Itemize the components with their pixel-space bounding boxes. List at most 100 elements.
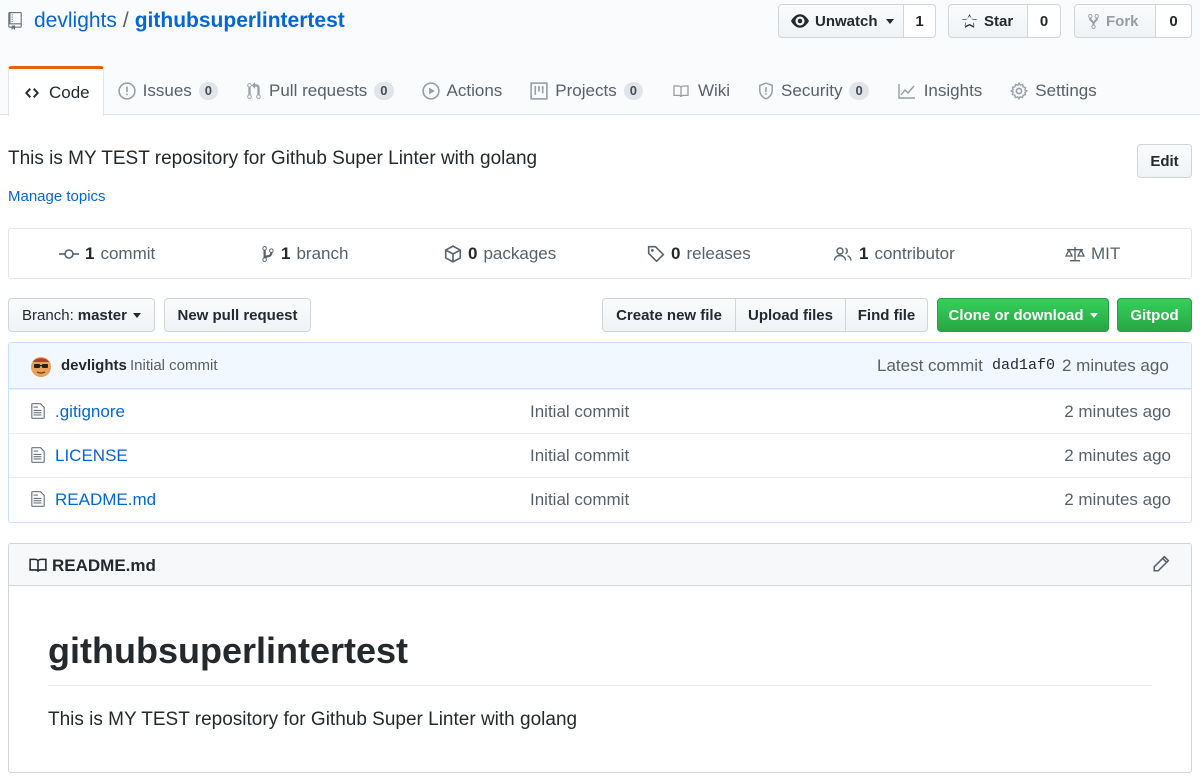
branch-select-button[interactable]: Branch: master bbox=[8, 298, 155, 332]
branch-icon bbox=[261, 245, 275, 263]
repo-description: This is MY TEST repository for Github Su… bbox=[8, 148, 538, 169]
tab-projects-label: Projects bbox=[555, 81, 617, 100]
latest-commit-prefix: Latest commit bbox=[877, 356, 983, 375]
commit-sha-link[interactable]: dad1af0 bbox=[992, 357, 1055, 374]
tab-wiki[interactable]: Wiki bbox=[657, 66, 744, 116]
gitpod-button[interactable]: Gitpod bbox=[1117, 298, 1192, 332]
play-icon bbox=[421, 82, 440, 100]
project-icon bbox=[530, 82, 548, 100]
unwatch-label: Unwatch bbox=[815, 12, 878, 30]
upload-files-button[interactable]: Upload files bbox=[735, 298, 846, 332]
commit-age: 2 minutes ago bbox=[1062, 356, 1169, 375]
summary-license[interactable]: MIT bbox=[1065, 229, 1120, 278]
repo-name-link[interactable]: githubsuperlintertest bbox=[135, 9, 345, 33]
table-row: LICENSE Initial commit 2 minutes ago bbox=[9, 433, 1191, 477]
book-icon bbox=[671, 83, 691, 99]
readme-body: This is MY TEST repository for Github Su… bbox=[48, 709, 578, 730]
table-row: .gitignore Initial commit 2 minutes ago bbox=[9, 389, 1191, 433]
file-icon bbox=[31, 446, 45, 464]
tab-insights-label: Insights bbox=[923, 81, 983, 100]
book-icon bbox=[27, 556, 49, 574]
summary-branches[interactable]: 1 branch bbox=[261, 229, 348, 278]
find-file-button[interactable]: Find file bbox=[845, 298, 928, 332]
star-label: Star bbox=[984, 12, 1014, 30]
star-count[interactable]: 0 bbox=[1028, 4, 1061, 38]
watch-group: Unwatch 1 bbox=[778, 4, 936, 38]
avatar[interactable] bbox=[29, 354, 53, 378]
packages-count: 0 bbox=[468, 243, 478, 263]
tab-issues-label: Issues bbox=[142, 81, 192, 100]
tab-settings[interactable]: Settings bbox=[996, 66, 1110, 116]
people-icon bbox=[833, 246, 853, 262]
watch-count[interactable]: 1 bbox=[904, 4, 936, 38]
graph-icon bbox=[897, 83, 917, 99]
eye-icon bbox=[791, 14, 809, 28]
summary-packages[interactable]: 0 packages bbox=[444, 229, 556, 278]
repo-icon bbox=[8, 12, 22, 30]
file-table: devlights Initial commit Latest commit d… bbox=[8, 342, 1192, 523]
commit-icon bbox=[59, 248, 79, 260]
fork-count[interactable]: 0 bbox=[1156, 4, 1192, 38]
file-name-link[interactable]: .gitignore bbox=[55, 402, 125, 422]
chevron-down-icon bbox=[132, 312, 141, 318]
file-icon bbox=[31, 402, 45, 420]
unwatch-button[interactable]: Unwatch bbox=[778, 4, 904, 38]
file-commit-message[interactable]: Initial commit bbox=[530, 490, 629, 510]
chevron-down-icon bbox=[885, 18, 894, 24]
repo-title: devlights / githubsuperlintertest bbox=[8, 8, 345, 34]
summary-releases[interactable]: 0 releases bbox=[647, 229, 751, 278]
summary-commits[interactable]: 1 commit bbox=[59, 229, 155, 278]
tab-pull-requests[interactable]: Pull requests 0 bbox=[232, 66, 408, 116]
clone-or-download-button[interactable]: Clone or download bbox=[937, 298, 1109, 332]
packages-label: packages bbox=[483, 243, 557, 263]
issues-count-badge: 0 bbox=[198, 82, 219, 100]
tab-wiki-label: Wiki bbox=[697, 81, 731, 100]
commit-author-link[interactable]: devlights bbox=[61, 357, 127, 374]
readme-panel: README.md githubsuperlintertest This is … bbox=[8, 543, 1192, 773]
star-button[interactable]: Star bbox=[948, 4, 1028, 38]
create-new-file-button[interactable]: Create new file bbox=[602, 298, 736, 332]
license-label: MIT bbox=[1091, 243, 1121, 263]
branches-label: branch bbox=[296, 243, 349, 263]
branch-name: master bbox=[77, 306, 127, 324]
tab-code[interactable]: Code bbox=[8, 66, 104, 116]
clone-label: Clone or download bbox=[948, 306, 1084, 324]
pencil-icon[interactable] bbox=[1152, 555, 1170, 573]
readme-filename: README.md bbox=[52, 556, 156, 575]
file-age: 2 minutes ago bbox=[1064, 446, 1171, 465]
tab-projects[interactable]: Projects 0 bbox=[516, 66, 657, 116]
tab-actions-label: Actions bbox=[446, 81, 503, 100]
law-icon bbox=[1065, 246, 1085, 262]
repo-nav-tabs: Code Issues 0 Pull requests 0 Actions Pr… bbox=[8, 66, 1111, 116]
issue-icon bbox=[117, 82, 136, 100]
file-commit-message[interactable]: Initial commit bbox=[530, 402, 629, 422]
file-name-link[interactable]: LICENSE bbox=[55, 446, 128, 466]
tab-insights[interactable]: Insights bbox=[883, 66, 997, 116]
repo-header: devlights / githubsuperlintertest Unwatc… bbox=[0, 0, 1200, 116]
tag-icon bbox=[647, 245, 665, 263]
tab-issues[interactable]: Issues 0 bbox=[104, 66, 232, 116]
fork-button[interactable]: Fork bbox=[1074, 4, 1156, 38]
readme-header: README.md bbox=[9, 544, 1191, 586]
summary-contributors[interactable]: 1 contributor bbox=[833, 229, 955, 278]
star-icon bbox=[961, 13, 978, 30]
new-pull-request-button[interactable]: New pull request bbox=[164, 298, 311, 332]
tab-pull-requests-label: Pull requests bbox=[269, 81, 368, 100]
edit-description-button[interactable]: Edit bbox=[1137, 144, 1192, 178]
file-name-link[interactable]: README.md bbox=[55, 490, 156, 510]
tab-security[interactable]: Security 0 bbox=[744, 66, 883, 116]
star-group: Star 0 bbox=[948, 4, 1061, 38]
commit-message-link[interactable]: Initial commit bbox=[130, 357, 218, 374]
branch-prefix: Branch: bbox=[22, 306, 74, 324]
fork-label: Fork bbox=[1106, 12, 1139, 30]
tab-code-label: Code bbox=[49, 82, 90, 102]
tab-actions[interactable]: Actions bbox=[408, 66, 517, 116]
tab-settings-label: Settings bbox=[1035, 81, 1097, 100]
fork-icon bbox=[1087, 13, 1100, 30]
file-icon bbox=[31, 490, 45, 508]
shield-icon bbox=[758, 82, 774, 100]
repo-owner-link[interactable]: devlights bbox=[34, 9, 117, 33]
manage-topics-link[interactable]: Manage topics bbox=[8, 188, 106, 205]
file-commit-message[interactable]: Initial commit bbox=[530, 446, 629, 466]
branches-count: 1 bbox=[281, 243, 291, 263]
